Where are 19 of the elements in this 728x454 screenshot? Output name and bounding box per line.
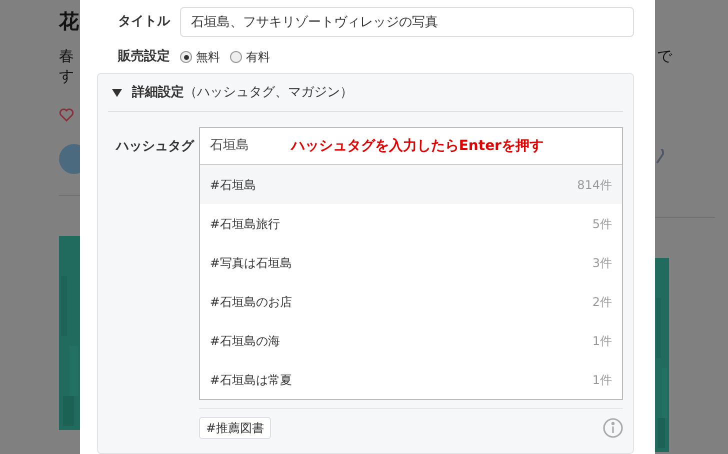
radio-option[interactable]: 有料 [230, 48, 270, 66]
details-note: （ハッシュタグ、マガジン） [184, 84, 353, 102]
field-label: タイトル [117, 13, 170, 32]
radio-option[interactable]: 無料 [180, 48, 220, 66]
page-title: 花 [59, 8, 80, 34]
field-label: ハッシュタグ [114, 138, 196, 156]
annotation: ハッシュタグを入力したらEnterを押す [290, 136, 544, 156]
article-text: 春 [59, 46, 75, 66]
details-heading[interactable]: 詳細設定 [132, 82, 184, 102]
article-text: で [657, 46, 674, 66]
hashtag-input[interactable]: 石垣島 [210, 136, 249, 156]
title-field[interactable]: 石垣島、フサキリゾートヴィレッジの写真 [180, 7, 634, 37]
suggestion-item[interactable]: #石垣島 814件 [200, 165, 622, 204]
article-text: す [59, 66, 75, 86]
hashtag-field[interactable]: 石垣島 ハッシュタグを入力したらEnterを押す #石垣島 814件 #石垣島旅行 5件 #写真は石垣島 3件 #石垣島のお店 2件 #石垣島の海 1件 #石垣島は常夏 1件 [198, 127, 623, 400]
caret-icon[interactable] [112, 88, 122, 96]
avatar [59, 144, 80, 174]
tag-chip[interactable]: #推薦図書 [199, 417, 272, 439]
field-label: 販売設定 [116, 48, 170, 66]
